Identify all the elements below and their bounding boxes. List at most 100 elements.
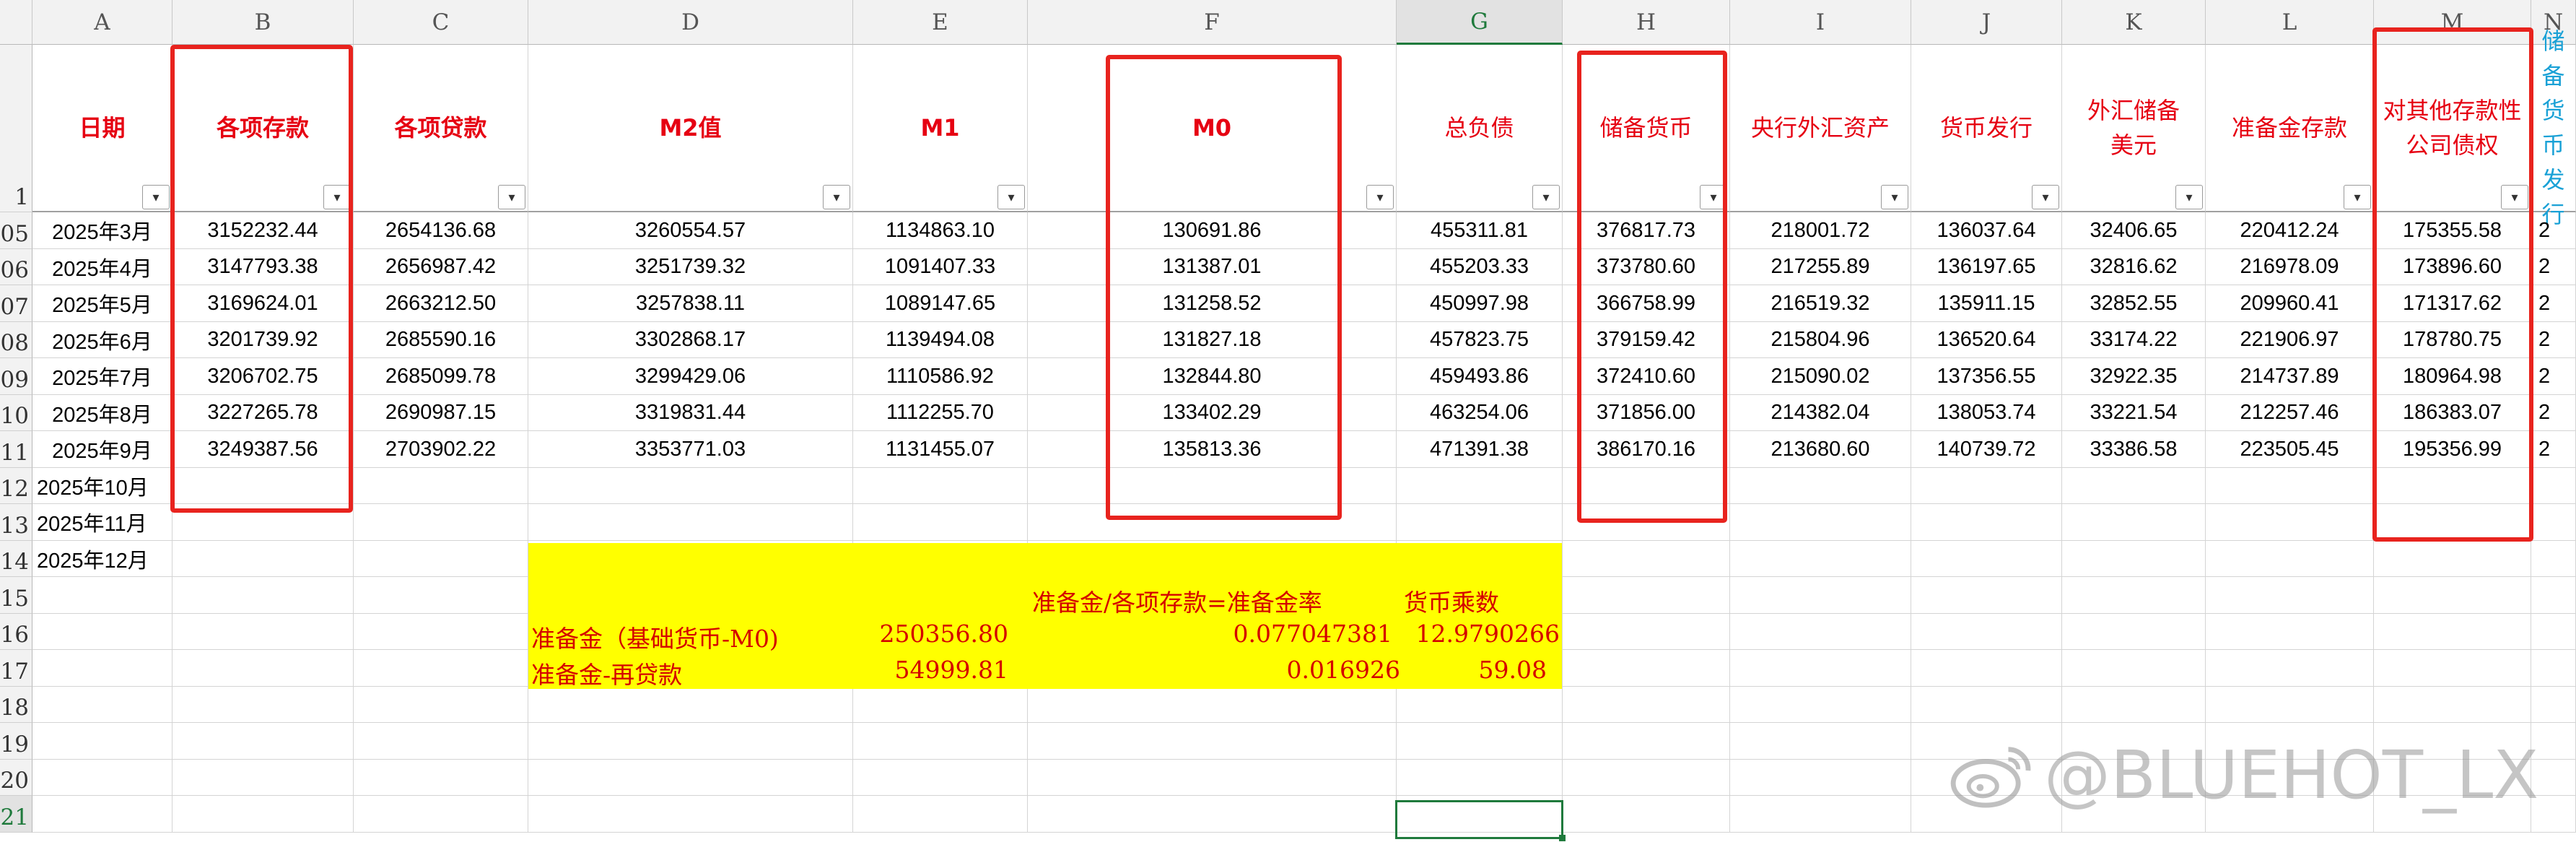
column-header-g[interactable]: G: [1397, 0, 1563, 45]
cell-e08[interactable]: 1139494.08: [853, 322, 1028, 358]
cell-a17[interactable]: [32, 650, 173, 687]
cell-j13[interactable]: [1911, 504, 2062, 541]
cell-b21[interactable]: [173, 796, 354, 833]
cell-f20[interactable]: [1028, 760, 1397, 796]
filter-dropdown-icon[interactable]: ▾: [1881, 185, 1908, 209]
cell-h18[interactable]: [1563, 687, 1730, 723]
filter-dropdown-icon[interactable]: ▾: [823, 185, 850, 209]
column-header-f[interactable]: F: [1028, 0, 1397, 45]
cell-k17[interactable]: [2062, 650, 2206, 687]
cell-l14[interactable]: [2206, 541, 2374, 577]
cell-a21[interactable]: [32, 796, 173, 833]
cell-n16[interactable]: [2531, 614, 2576, 650]
cell-d08[interactable]: 3302868.17: [528, 322, 853, 358]
cell-l05[interactable]: 220412.24: [2206, 212, 2374, 249]
cell-k10[interactable]: 33221.54: [2062, 395, 2206, 431]
row-number[interactable]: 20: [0, 760, 32, 796]
cell-j11[interactable]: 140739.72: [1911, 431, 2062, 468]
filter-dropdown-icon[interactable]: ▾: [142, 185, 170, 209]
cell-h17[interactable]: [1563, 650, 1730, 687]
cell-g11[interactable]: 471391.38: [1397, 431, 1563, 468]
filter-dropdown-icon[interactable]: ▾: [1532, 185, 1560, 209]
cell-a16[interactable]: [32, 614, 173, 650]
cell-d09[interactable]: 3299429.06: [528, 358, 853, 395]
cell-c13[interactable]: [354, 504, 528, 541]
cell-c16[interactable]: [354, 614, 528, 650]
cell-c21[interactable]: [354, 796, 528, 833]
column-header-h[interactable]: H: [1563, 0, 1730, 45]
cell-j18[interactable]: [1911, 687, 2062, 723]
cell-j05[interactable]: 136037.64: [1911, 212, 2062, 249]
cell-i16[interactable]: [1730, 614, 1911, 650]
cell-g12[interactable]: [1397, 468, 1563, 504]
column-header-a[interactable]: A: [32, 0, 173, 45]
cell-e10[interactable]: 1112255.70: [853, 395, 1028, 431]
cell-g13[interactable]: [1397, 504, 1563, 541]
select-all-corner[interactable]: [0, 0, 32, 45]
row-number[interactable]: 11: [0, 431, 32, 468]
cell-i05[interactable]: 218001.72: [1730, 212, 1911, 249]
row-number[interactable]: 12: [0, 468, 32, 504]
cell-d13[interactable]: [528, 504, 853, 541]
cell-i14[interactable]: [1730, 541, 1911, 577]
cell-l18[interactable]: [2206, 687, 2374, 723]
cell-g10[interactable]: 463254.06: [1397, 395, 1563, 431]
cell-k12[interactable]: [2062, 468, 2206, 504]
cell-n18[interactable]: [2531, 687, 2576, 723]
column-header-i[interactable]: I: [1730, 0, 1911, 45]
cell-n08[interactable]: 2: [2531, 322, 2576, 358]
cell-i09[interactable]: 215090.02: [1730, 358, 1911, 395]
cell-l10[interactable]: 212257.46: [2206, 395, 2374, 431]
cell-a14[interactable]: 2025年12月: [32, 541, 173, 577]
cell-c10[interactable]: 2690987.15: [354, 395, 528, 431]
cell-m18[interactable]: [2374, 687, 2531, 723]
column-header-d[interactable]: D: [528, 0, 853, 45]
cell-i06[interactable]: 217255.89: [1730, 249, 1911, 285]
cell-k13[interactable]: [2062, 504, 2206, 541]
cell-l12[interactable]: [2206, 468, 2374, 504]
cell-e18[interactable]: [853, 687, 1028, 723]
cell-m15[interactable]: [2374, 577, 2531, 614]
cell-i12[interactable]: [1730, 468, 1911, 504]
row-number[interactable]: 13: [0, 504, 32, 541]
filter-dropdown-icon[interactable]: ▾: [2344, 185, 2371, 209]
cell-l06[interactable]: 216978.09: [2206, 249, 2374, 285]
cell-n12[interactable]: [2531, 468, 2576, 504]
cell-d21[interactable]: [528, 796, 853, 833]
cell-n15[interactable]: [2531, 577, 2576, 614]
column-header-c[interactable]: C: [354, 0, 528, 45]
row-number[interactable]: 05: [0, 212, 32, 249]
cell-b14[interactable]: [173, 541, 354, 577]
cell-i19[interactable]: [1730, 723, 1911, 760]
cell-k07[interactable]: 32852.55: [2062, 285, 2206, 322]
cell-d20[interactable]: [528, 760, 853, 796]
column-header-e[interactable]: E: [853, 0, 1028, 45]
cell-a18[interactable]: [32, 687, 173, 723]
row-number[interactable]: 21: [0, 796, 32, 833]
cell-h16[interactable]: [1563, 614, 1730, 650]
cell-e21[interactable]: [853, 796, 1028, 833]
cell-j14[interactable]: [1911, 541, 2062, 577]
cell-a08[interactable]: 2025年6月: [32, 322, 173, 358]
cell-k15[interactable]: [2062, 577, 2206, 614]
cell-b16[interactable]: [173, 614, 354, 650]
cell-l11[interactable]: 223505.45: [2206, 431, 2374, 468]
filter-dropdown-icon[interactable]: ▾: [498, 185, 525, 209]
cell-j08[interactable]: 136520.64: [1911, 322, 2062, 358]
cell-h21[interactable]: [1563, 796, 1730, 833]
cell-n17[interactable]: [2531, 650, 2576, 687]
cell-a12[interactable]: 2025年10月: [32, 468, 173, 504]
row-number[interactable]: 19: [0, 723, 32, 760]
cell-j17[interactable]: [1911, 650, 2062, 687]
cell-l15[interactable]: [2206, 577, 2374, 614]
cell-b17[interactable]: [173, 650, 354, 687]
cell-c19[interactable]: [354, 723, 528, 760]
cell-e05[interactable]: 1134863.10: [853, 212, 1028, 249]
cell-c09[interactable]: 2685099.78: [354, 358, 528, 395]
cell-n07[interactable]: 2: [2531, 285, 2576, 322]
cell-e13[interactable]: [853, 504, 1028, 541]
cell-g06[interactable]: 455203.33: [1397, 249, 1563, 285]
cell-n05[interactable]: 2: [2531, 212, 2576, 249]
cell-j09[interactable]: 137356.55: [1911, 358, 2062, 395]
cell-k06[interactable]: 32816.62: [2062, 249, 2206, 285]
